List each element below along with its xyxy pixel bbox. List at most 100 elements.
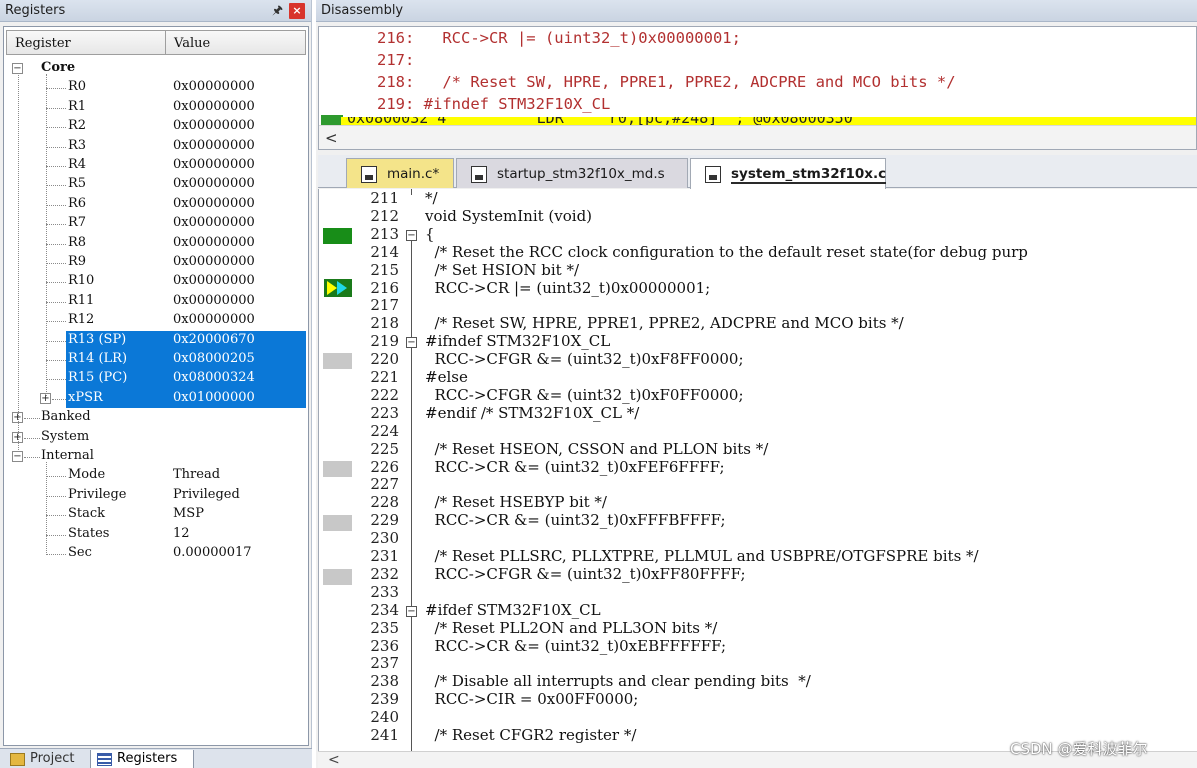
code-line[interactable]: 227 <box>319 475 1197 493</box>
register-row-r1[interactable]: R1 0x00000000 <box>4 98 308 117</box>
scroll-left-icon[interactable]: < <box>328 752 340 768</box>
code-line[interactable]: 214 /* Reset the RCC clock configuration… <box>319 243 1197 261</box>
register-row-r13-sp[interactable]: R13 (SP) 0x20000670 <box>4 330 308 350</box>
line-number: 221 <box>370 368 399 386</box>
code-line[interactable]: 234 #ifdef STM32F10X_CL <box>319 601 1197 619</box>
tree-connector <box>46 263 66 264</box>
code-line[interactable]: 240 <box>319 708 1197 726</box>
code-line[interactable]: 220 RCC->CFGR &= (uint32_t)0xF8FF0000; <box>319 350 1197 368</box>
register-row-r6[interactable]: R6 0x00000000 <box>4 195 308 214</box>
register-row-r7[interactable]: R7 0x00000000 <box>4 214 308 233</box>
code-line[interactable]: 231 /* Reset PLLSRC, PLLXTPRE, PLLMUL an… <box>319 547 1197 565</box>
tree-connector <box>24 457 40 458</box>
register-row-r8[interactable]: R8 0x00000000 <box>4 234 308 253</box>
code-line[interactable]: 230 <box>319 529 1197 547</box>
tree-node-system[interactable]: + System <box>4 428 308 447</box>
internal-row-sec[interactable]: Sec 0.00000017 <box>4 544 308 563</box>
code-line[interactable]: 236 RCC->CR &= (uint32_t)0xEBFFFFFF; <box>319 637 1197 655</box>
scroll-left-icon[interactable]: < <box>325 129 338 147</box>
code-line[interactable]: 218 /* Reset SW, HPRE, PPRE1, PPRE2, ADC… <box>319 314 1197 332</box>
register-name: R5 <box>68 176 87 192</box>
internal-row-privilege[interactable]: Privilege Privileged <box>4 486 308 505</box>
code-line[interactable]: 232 RCC->CFGR &= (uint32_t)0xFF80FFFF; <box>319 565 1197 583</box>
register-row-r4[interactable]: R4 0x00000000 <box>4 156 308 175</box>
column-value[interactable]: Value <box>166 30 306 55</box>
disassembly-title: Disassembly <box>316 0 1197 22</box>
register-window[interactable]: Register Value − Core R0 0x00000000 R1 0x0000… <box>3 26 309 746</box>
code-line[interactable]: 217 <box>319 296 1197 314</box>
disassembly-pane[interactable]: 216: RCC->CR |= (uint32_t)0x00000001; 21… <box>318 26 1197 150</box>
fold-toggle-icon[interactable]: − <box>406 230 417 241</box>
register-row-r3[interactable]: R3 0x00000000 <box>4 137 308 156</box>
column-register[interactable]: Register <box>6 30 166 55</box>
register-row-r9[interactable]: R9 0x00000000 <box>4 253 308 272</box>
internal-row-stack[interactable]: Stack MSP <box>4 505 308 524</box>
register-row-r14-lr[interactable]: R14 (LR) 0x08000205 <box>4 350 308 370</box>
tree-node-banked[interactable]: + Banked <box>4 408 308 427</box>
register-name: R13 (SP) <box>68 331 127 347</box>
close-icon[interactable]: × <box>289 3 305 19</box>
register-row-r2[interactable]: R2 0x00000000 <box>4 117 308 136</box>
tab-registers[interactable]: Registers <box>90 750 194 768</box>
code-line[interactable]: 213 { <box>319 225 1197 243</box>
code-line[interactable]: 229 RCC->CR &= (uint32_t)0xFFFBFFFF; <box>319 511 1197 529</box>
code-line[interactable]: 233 <box>319 583 1197 601</box>
disassembly-scrollbar[interactable]: < <box>319 125 1196 149</box>
register-row-r5[interactable]: R5 0x00000000 <box>4 175 308 194</box>
tree-connector <box>18 73 19 453</box>
code-text: { <box>425 224 435 243</box>
fold-toggle-icon[interactable]: − <box>406 606 417 617</box>
internal-row-states[interactable]: States 12 <box>4 525 308 544</box>
code-line[interactable]: 228 /* Reset HSEBYP bit */ <box>319 493 1197 511</box>
code-line[interactable]: 237 <box>319 654 1197 672</box>
disassembly-line[interactable]: 218: /* Reset SW, HPRE, PPRE1, PPRE2, AD… <box>349 73 956 95</box>
register-row-r10[interactable]: R10 0x00000000 <box>4 272 308 291</box>
code-line[interactable]: 216 RCC->CR |= (uint32_t)0x00000001; <box>319 279 1197 297</box>
code-line[interactable]: 215 /* Set HSION bit */ <box>319 261 1197 279</box>
current-instruction-highlight: 0x0800032 4 LDR r0,[pc,#248] ; @0x080003… <box>341 117 1196 125</box>
tree-node-internal[interactable]: − Internal <box>4 447 308 466</box>
code-line[interactable]: 222 RCC->CFGR &= (uint32_t)0xF0FF0000; <box>319 386 1197 404</box>
register-row-r0[interactable]: R0 0x00000000 <box>4 78 308 97</box>
code-text: RCC->CFGR &= (uint32_t)0xFF80FFFF; <box>425 564 746 583</box>
code-line[interactable]: 224 <box>319 422 1197 440</box>
code-line[interactable]: 211 */ <box>319 189 1197 207</box>
collapse-icon[interactable]: − <box>12 451 23 462</box>
tree-node-core[interactable]: − Core <box>4 59 308 78</box>
register-value: 0x00000000 <box>173 195 255 211</box>
disassembly-line[interactable]: 216: RCC->CR |= (uint32_t)0x00000001; <box>349 29 741 51</box>
line-number: 238 <box>370 672 399 691</box>
register-row-r11[interactable]: R11 0x00000000 <box>4 292 308 311</box>
code-editor[interactable]: 211 */ 212 void SystemInit (void) 213 {214 /*… <box>318 189 1197 751</box>
line-number: 223 <box>370 403 399 422</box>
code-line[interactable]: 221 #else <box>319 368 1197 386</box>
code-text: /* Reset HSEBYP bit */ <box>425 493 607 512</box>
register-row-r12[interactable]: R12 0x00000000 <box>4 311 308 330</box>
tab-startup[interactable]: startup_stm32f10x_md.s <box>456 158 688 188</box>
disassembly-line[interactable]: 217: <box>349 51 414 73</box>
tree-connector <box>46 74 47 399</box>
code-line[interactable]: 219 #ifndef STM32F10X_CL <box>319 332 1197 350</box>
code-line[interactable]: 223 #endif /* STM32F10X_CL */ <box>319 404 1197 422</box>
tab-project[interactable]: Project <box>4 750 88 768</box>
register-name: System <box>41 428 90 444</box>
code-line[interactable]: 238 /* Disable all interrupts and clear … <box>319 672 1197 690</box>
panel-bottom-tabs: Project Registers <box>0 748 312 768</box>
register-row-xpsr[interactable]: + xPSR 0x01000000 <box>4 388 308 409</box>
code-line[interactable]: 239 RCC->CIR = 0x00FF0000; <box>319 690 1197 708</box>
pin-icon[interactable]: 🖈 <box>270 3 285 18</box>
registers-panel: Registers 🖈 × Register Value − Core R0 0x00… <box>0 0 312 768</box>
tree-connector <box>46 224 66 226</box>
code-line[interactable]: 235 /* Reset PLL2ON and PLL3ON bits */ <box>319 619 1197 637</box>
line-number: 240 <box>370 708 399 727</box>
code-line[interactable]: 212 void SystemInit (void) <box>319 207 1197 225</box>
code-line[interactable]: 225 /* Reset HSEON, CSSON and PLLON bits… <box>319 440 1197 458</box>
tab-main-c[interactable]: main.c* <box>346 158 454 188</box>
project-icon <box>10 753 25 766</box>
register-row-r15-pc[interactable]: R15 (PC) 0x08000324 <box>4 369 308 389</box>
disassembly-line[interactable]: 219: #ifndef STM32F10X_CL <box>349 95 610 117</box>
tab-system-c[interactable]: system_stm32f10x.c <box>690 158 887 189</box>
internal-row-mode[interactable]: Mode Thread <box>4 466 308 485</box>
code-line[interactable]: 226 RCC->CR &= (uint32_t)0xFEF6FFFF; <box>319 458 1197 476</box>
fold-toggle-icon[interactable]: − <box>406 337 417 348</box>
